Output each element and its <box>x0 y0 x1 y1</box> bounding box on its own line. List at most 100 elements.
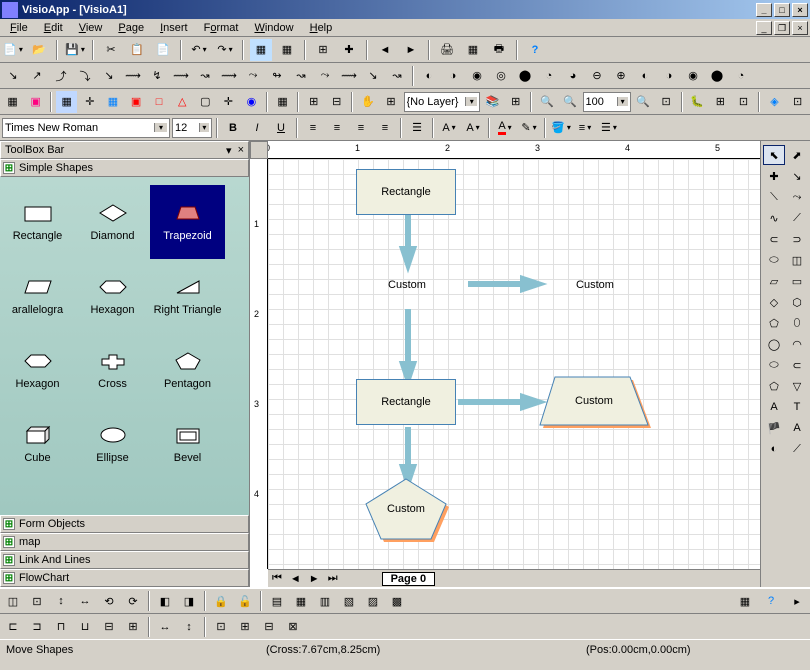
line-style[interactable]: ☰▾ <box>598 117 620 139</box>
toolbox-pin[interactable]: ▾ <box>226 144 232 157</box>
underline-button[interactable]: U <box>270 117 292 139</box>
rtool-12a[interactable]: A <box>763 397 785 417</box>
line-color[interactable]: ≡▾ <box>574 117 596 139</box>
rtool-2b[interactable]: ⤳ <box>786 187 808 207</box>
al-8[interactable]: ↕ <box>178 616 200 638</box>
conn-9[interactable]: ↝ <box>194 65 216 87</box>
arr-13[interactable]: ⬤ <box>706 65 728 87</box>
arr-6[interactable]: ◔ <box>538 65 560 87</box>
rtool-7b[interactable]: ⬡ <box>786 292 808 312</box>
rtool-5b[interactable]: ◫ <box>786 250 808 270</box>
conn-16[interactable]: ↘ <box>362 65 384 87</box>
tool-x3[interactable]: ⊡ <box>733 91 754 113</box>
grid-7[interactable]: □ <box>149 91 170 113</box>
arr-8[interactable]: ⊖ <box>586 65 608 87</box>
copy-button[interactable]: 📋 <box>126 39 148 61</box>
font-inc[interactable]: A▾ <box>438 117 460 139</box>
list-button[interactable]: ☰ <box>406 117 428 139</box>
mdi-minimize[interactable]: _ <box>756 21 772 35</box>
zoom-btn2[interactable]: ⊡ <box>656 91 677 113</box>
rtool-0b[interactable]: ⬈ <box>786 145 808 165</box>
menu-edit[interactable]: Edit <box>36 20 71 36</box>
menu-insert[interactable]: Insert <box>152 20 196 36</box>
rtool-4a[interactable]: ⊂ <box>763 229 785 249</box>
rtool-4b[interactable]: ⊃ <box>786 229 808 249</box>
conn-11[interactable]: ⤳ <box>242 65 264 87</box>
shape-arallelogra[interactable]: arallelogra <box>0 259 75 333</box>
zoom-combo[interactable]: ▾ <box>583 92 631 112</box>
al-2[interactable]: ⊐ <box>26 616 48 638</box>
back-button[interactable]: ◄ <box>374 39 396 61</box>
bold-button[interactable]: B <box>222 117 244 139</box>
arr-4[interactable]: ◎ <box>490 65 512 87</box>
grid-11[interactable]: ◉ <box>241 91 262 113</box>
conn-8[interactable]: ⟿ <box>170 65 192 87</box>
shape-bevel[interactable]: Bevel <box>150 407 225 481</box>
mdi-restore[interactable]: ❐ <box>774 21 790 35</box>
rtool-11b[interactable]: ▽ <box>786 376 808 396</box>
italic-button[interactable]: I <box>246 117 268 139</box>
bt-8[interactable]: ◨ <box>178 590 200 612</box>
canvas-shape-rect1[interactable]: Rectangle <box>356 169 456 215</box>
pan-button[interactable]: ✋ <box>357 91 378 113</box>
arr-12[interactable]: ◉ <box>682 65 704 87</box>
arr-9[interactable]: ⊕ <box>610 65 632 87</box>
tool-x5[interactable]: ⊡ <box>787 91 808 113</box>
paste-button[interactable]: 📄 <box>152 39 174 61</box>
grid-1[interactable]: ▦ <box>2 91 23 113</box>
bt-6[interactable]: ⟳ <box>122 590 144 612</box>
canvas-shape-diamond1[interactable]: Custom <box>368 264 446 306</box>
new-button[interactable]: 📄▾ <box>2 39 24 61</box>
help-button[interactable]: ? <box>524 39 546 61</box>
grid-15[interactable]: ⊞ <box>380 91 401 113</box>
bt-4[interactable]: ↔ <box>74 590 96 612</box>
bt-r1[interactable]: ▦ <box>734 590 756 612</box>
conn-6[interactable]: ⟿ <box>122 65 144 87</box>
print-button[interactable]: 🖨 <box>436 39 458 61</box>
align-center[interactable]: ≡ <box>326 117 348 139</box>
conn-4[interactable]: ⤵ <box>74 65 96 87</box>
bt-16[interactable]: ▩ <box>386 590 408 612</box>
shape-hexagon[interactable]: Hexagon <box>0 333 75 407</box>
rtool-8b[interactable]: ⬯ <box>786 313 808 333</box>
shape-right-triangle[interactable]: Right Triangle <box>150 259 225 333</box>
menu-format[interactable]: Format <box>196 20 247 36</box>
bt-1[interactable]: ◫ <box>2 590 24 612</box>
menu-page[interactable]: Page <box>110 20 152 36</box>
maximize-button[interactable]: □ <box>774 3 790 17</box>
highlight-color[interactable]: ✎▾ <box>518 117 540 139</box>
redo-button[interactable]: ↷▾ <box>214 39 236 61</box>
tool-x2[interactable]: ⊞ <box>710 91 731 113</box>
grid-6[interactable]: ▣ <box>125 91 146 113</box>
rtool-7a[interactable]: ◇ <box>763 292 785 312</box>
rtool-9a[interactable]: ◯ <box>763 334 785 354</box>
conn-7[interactable]: ↯ <box>146 65 168 87</box>
tab-last[interactable]: ⏭ <box>324 572 342 585</box>
al-1[interactable]: ⊏ <box>2 616 24 638</box>
tab-prev[interactable]: ◄ <box>286 573 305 585</box>
bt-12[interactable]: ▦ <box>290 590 312 612</box>
font-combo[interactable]: ▾ <box>2 118 170 138</box>
conn-10[interactable]: ⟿ <box>218 65 240 87</box>
layer-combo[interactable]: ▾ <box>404 92 481 112</box>
al-3[interactable]: ⊓ <box>50 616 72 638</box>
grid-10[interactable]: ✛ <box>218 91 239 113</box>
grid-5[interactable]: ▦ <box>102 91 123 113</box>
conn-1[interactable]: ↘ <box>2 65 24 87</box>
preview-button[interactable]: ▦ <box>462 39 484 61</box>
grid-13[interactable]: ⊞ <box>303 91 324 113</box>
conn-14[interactable]: ⤳ <box>314 65 336 87</box>
al-11[interactable]: ⊟ <box>258 616 280 638</box>
arr-3[interactable]: ◉ <box>466 65 488 87</box>
conn-13[interactable]: ↝ <box>290 65 312 87</box>
shape-rectangle[interactable]: Rectangle <box>0 185 75 259</box>
grid-8[interactable]: △ <box>172 91 193 113</box>
al-4[interactable]: ⊔ <box>74 616 96 638</box>
al-5[interactable]: ⊟ <box>98 616 120 638</box>
align-right[interactable]: ≡ <box>350 117 372 139</box>
shape-cube[interactable]: Cube <box>0 407 75 481</box>
tab-next[interactable]: ► <box>305 573 324 585</box>
align-justify[interactable]: ≡ <box>374 117 396 139</box>
menu-help[interactable]: Help <box>302 20 341 36</box>
conn-15[interactable]: ⟿ <box>338 65 360 87</box>
